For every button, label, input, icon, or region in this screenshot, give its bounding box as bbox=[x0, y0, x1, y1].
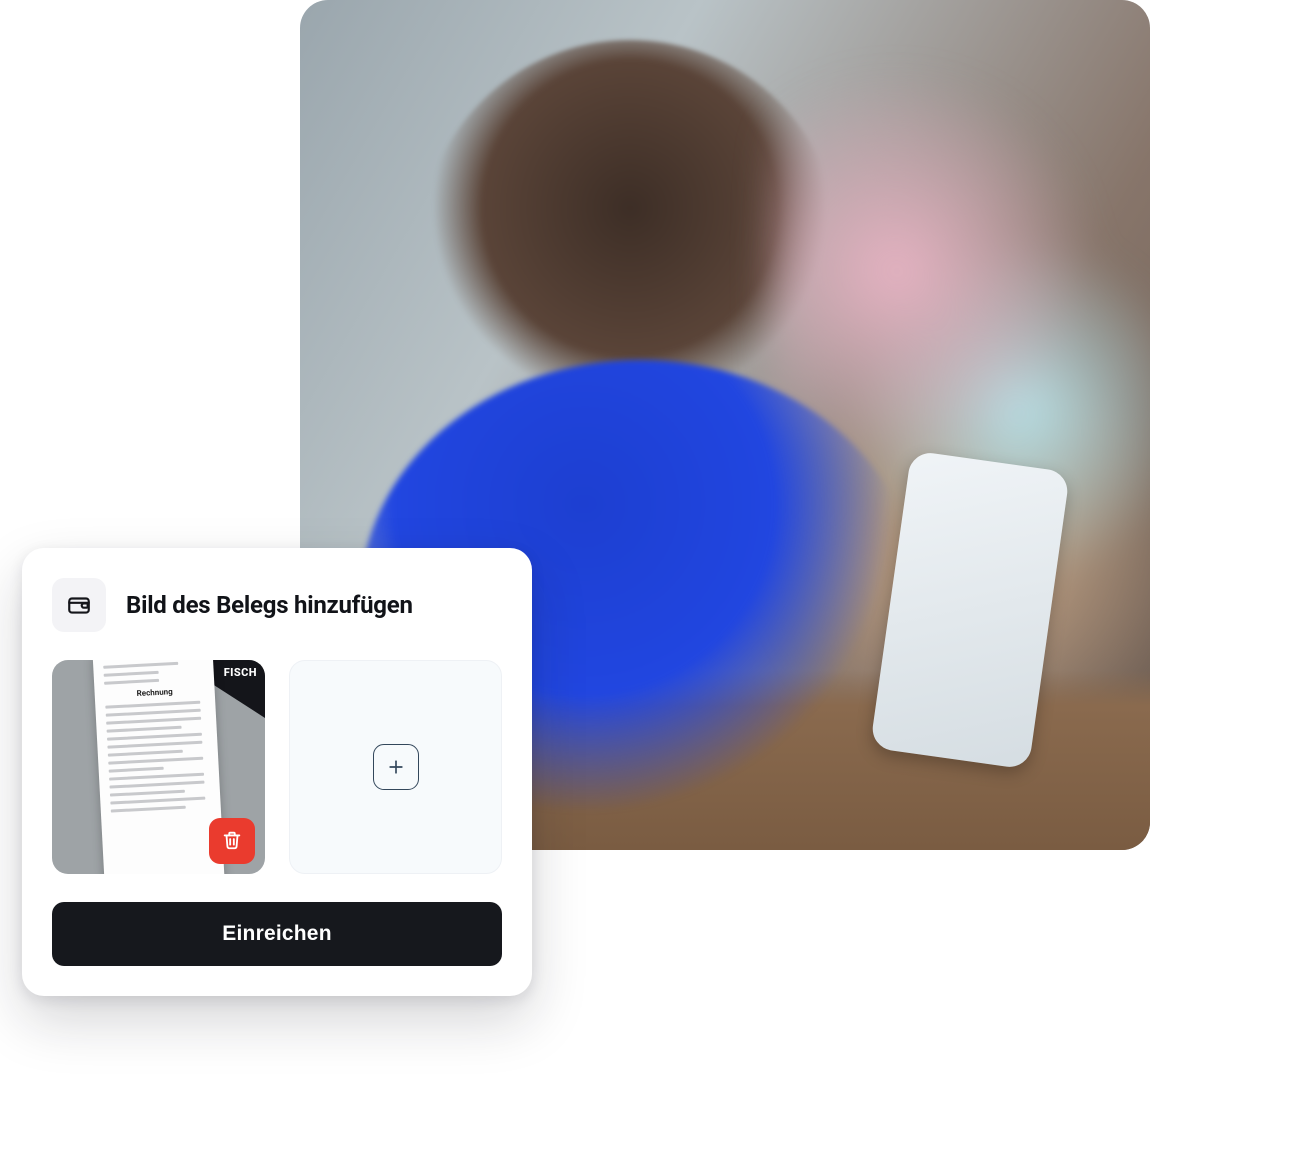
receipt-heading: Rechnung bbox=[104, 686, 204, 700]
card-header: Bild des Belegs hinzufügen bbox=[52, 578, 502, 632]
submit-button[interactable]: Einreichen bbox=[52, 902, 502, 966]
add-receipt-tile[interactable] bbox=[289, 660, 502, 874]
delete-receipt-button[interactable] bbox=[209, 818, 255, 864]
plus-icon bbox=[373, 744, 419, 790]
add-receipt-card: Bild des Belegs hinzufügen FISCH Rechnun… bbox=[22, 548, 532, 996]
wallet-icon bbox=[52, 578, 106, 632]
receipt-paper: Rechnung bbox=[92, 660, 225, 874]
card-title: Bild des Belegs hinzufügen bbox=[126, 591, 413, 619]
receipt-tiles: FISCH Rechnung bbox=[52, 660, 502, 874]
trash-icon bbox=[221, 829, 243, 854]
receipt-thumbnail[interactable]: FISCH Rechnung bbox=[52, 660, 265, 874]
